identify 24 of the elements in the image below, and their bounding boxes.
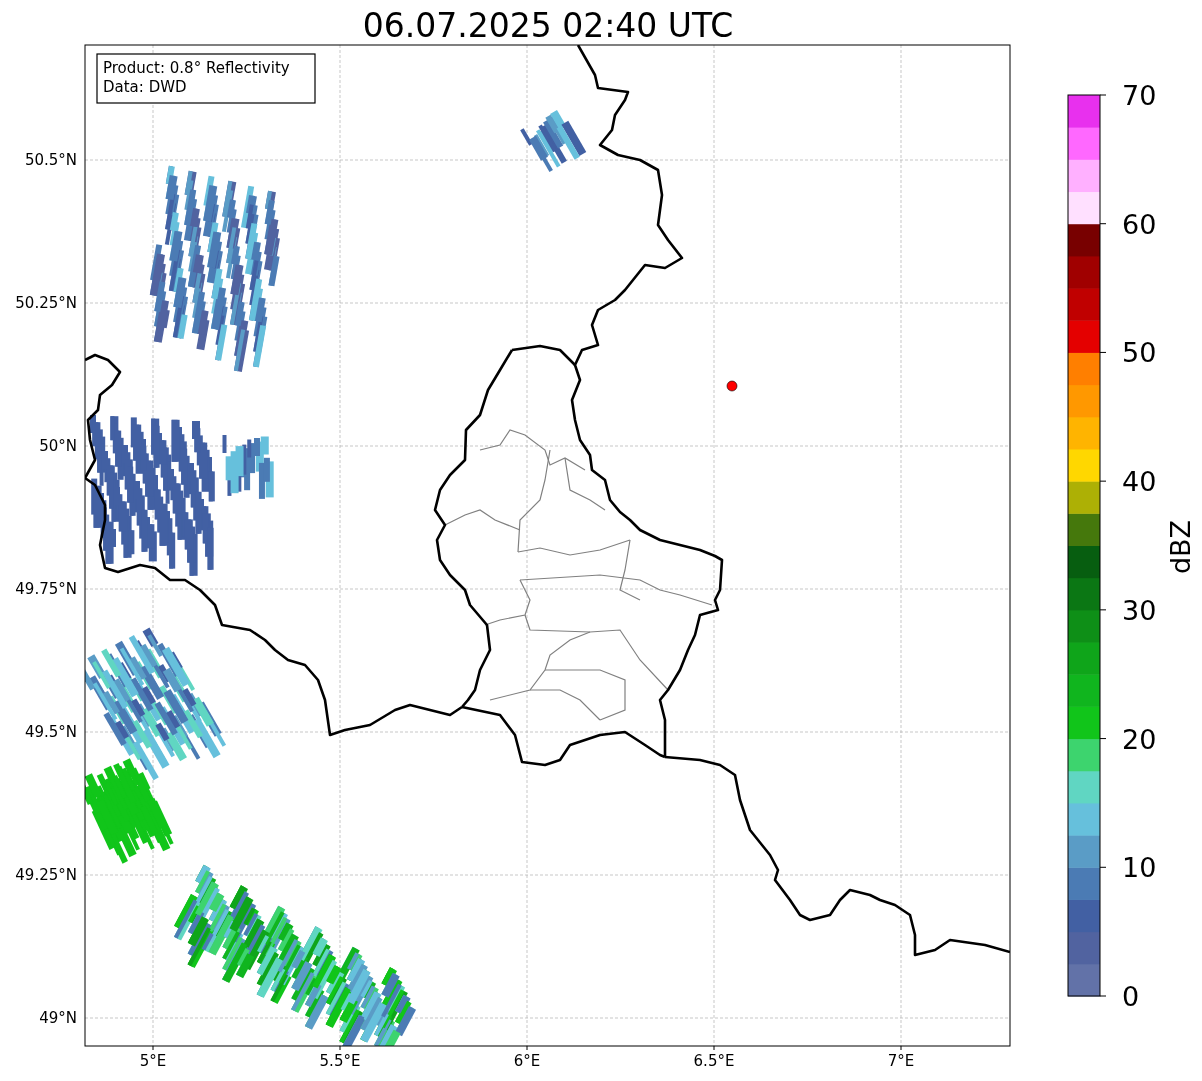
axis-tick-label: 50°N: [39, 437, 77, 455]
axis-tick-label: 5°E: [139, 1052, 167, 1070]
colorbar-tick-label: 0: [1122, 981, 1140, 1012]
axis-tick-label: 5.5°E: [319, 1052, 361, 1070]
colorbar-tick-label: 50: [1122, 337, 1157, 369]
chart-title: 06.07.2025 02:40 UTC: [362, 6, 734, 45]
colorbar-tick-label: 70: [1122, 80, 1157, 111]
axis-tick-label: 49.5°N: [24, 723, 77, 741]
info-text: Data: DWD: [103, 78, 187, 96]
axis-tick-label: 49°N: [39, 1009, 77, 1027]
colorbar-tick-label: 40: [1122, 466, 1157, 498]
axis-tick-label: 50.25°N: [15, 294, 77, 312]
axis-tick-label: 49.25°N: [15, 866, 77, 884]
colorbar-tick-label: 20: [1122, 723, 1157, 755]
axis-tick-label: 6.5°E: [693, 1052, 735, 1070]
axis-tick-label: 7°E: [887, 1052, 915, 1070]
colorbar-label: dBZ: [1165, 519, 1196, 575]
axis-tick-label: 50.5°N: [24, 151, 77, 169]
info-text: Product: 0.8° Reflectivity: [103, 59, 290, 77]
axis-tick-label: 49.75°N: [15, 580, 77, 598]
colorbar-tick-label: 30: [1122, 594, 1157, 626]
axis-tick-label: 6°E: [513, 1052, 541, 1070]
colorbar-tick-label: 10: [1122, 852, 1157, 884]
colorbar-tick-label: 60: [1122, 208, 1157, 240]
